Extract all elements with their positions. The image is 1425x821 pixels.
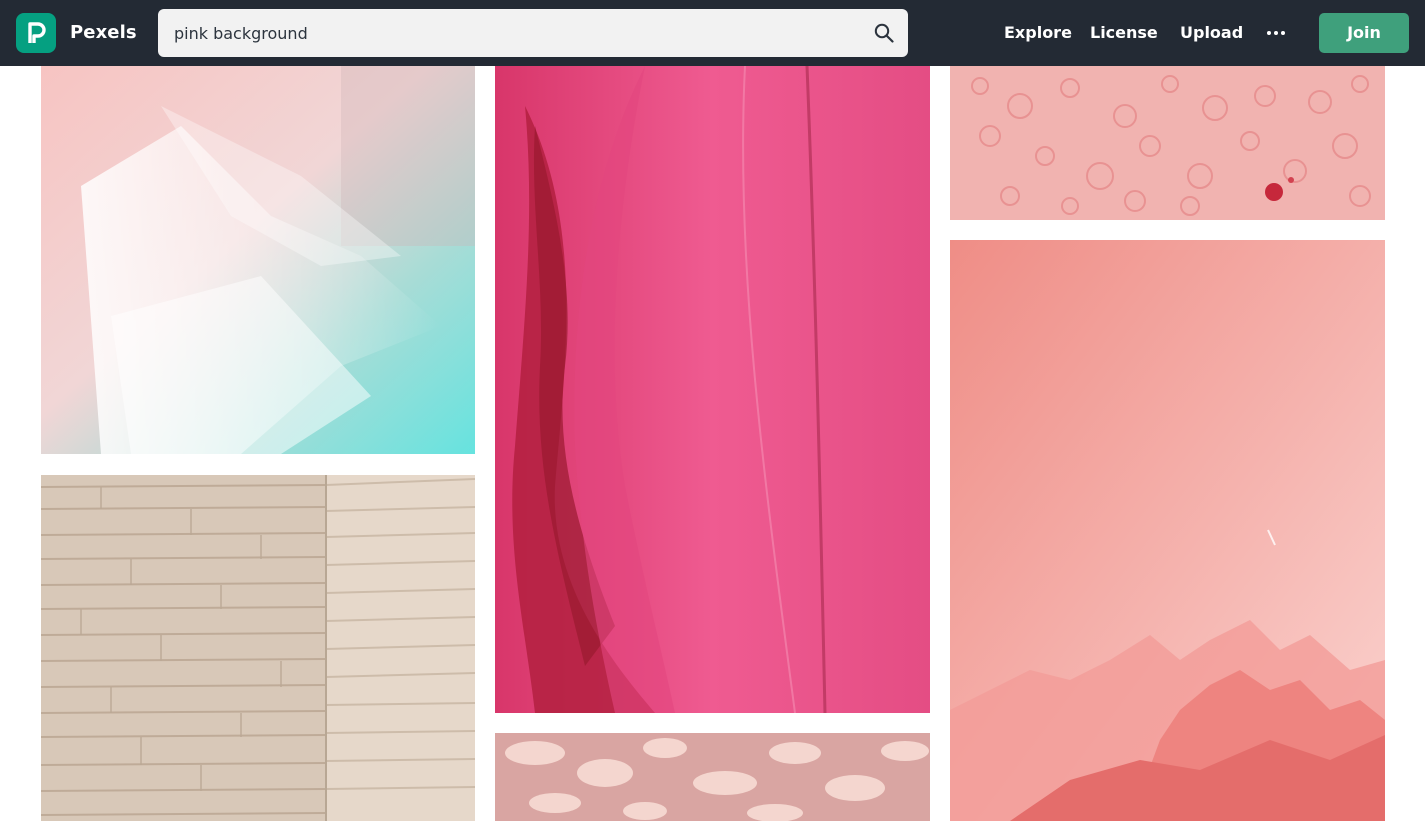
nav-license[interactable]: License (1090, 21, 1158, 45)
photo-pink-sky-mountains[interactable] (950, 240, 1385, 821)
photo-pink-bubbles[interactable] (950, 66, 1385, 220)
more-horizontal-icon[interactable] (1264, 21, 1288, 45)
top-navigation-bar: Pexels Explore License Upload Join (0, 0, 1425, 66)
nav-explore[interactable]: Explore (1004, 21, 1072, 45)
search-icon[interactable] (872, 21, 896, 45)
pexels-logo-icon[interactable] (16, 13, 56, 53)
join-button[interactable]: Join (1319, 13, 1409, 53)
photo-pink-leaf[interactable] (495, 66, 930, 713)
photo-shadow-pattern[interactable] (495, 733, 930, 821)
nav-upload[interactable]: Upload (1180, 21, 1243, 45)
brand-name[interactable]: Pexels (70, 20, 137, 46)
search-bar (158, 9, 908, 57)
photo-stone-wall[interactable] (41, 475, 475, 821)
search-input[interactable] (158, 9, 848, 57)
photo-pink-turquoise-smoke[interactable] (41, 66, 475, 454)
